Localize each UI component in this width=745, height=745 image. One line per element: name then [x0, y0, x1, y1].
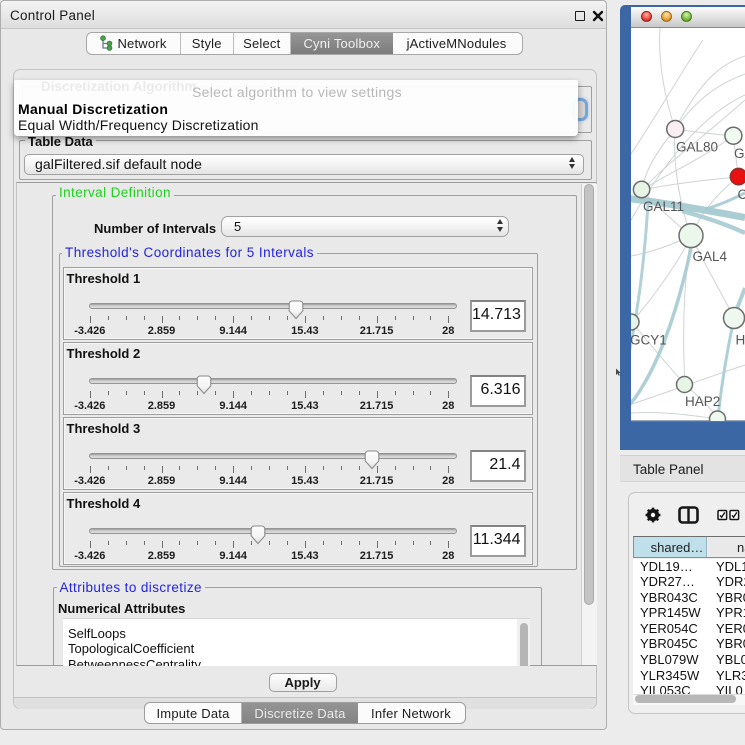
svg-text:GCY1: GCY1: [631, 333, 667, 348]
svg-text:GAL80: GAL80: [676, 140, 718, 155]
svg-text:H: H: [736, 333, 745, 348]
svg-text:GAL11: GAL11: [643, 199, 684, 214]
svg-text:HAP2: HAP2: [685, 394, 720, 409]
svg-text:C: C: [738, 187, 745, 202]
svg-text:GAL: GAL: [734, 146, 745, 161]
svg-text:GAL4: GAL4: [693, 249, 728, 264]
